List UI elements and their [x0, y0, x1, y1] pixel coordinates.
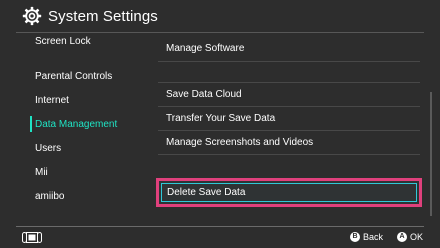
- header: System Settings: [0, 0, 440, 32]
- divider: [158, 82, 420, 83]
- divider: [158, 106, 420, 107]
- a-button-icon: A: [397, 231, 407, 242]
- divider: [158, 154, 420, 155]
- main-content: Manage Software Save Data Cloud Transfer…: [138, 33, 440, 226]
- sidebar-item-amiibo[interactable]: amiibo: [35, 191, 64, 203]
- sidebar-active-marker: [30, 116, 32, 132]
- footer: B Back A OK: [0, 227, 440, 248]
- sidebar: Screen Lock Parental Controls Internet D…: [0, 33, 138, 226]
- list-item-transfer-save-data[interactable]: Transfer Your Save Data: [166, 113, 275, 125]
- gear-icon: [22, 6, 42, 26]
- scrollbar[interactable]: [430, 92, 432, 216]
- back-button[interactable]: B Back: [350, 231, 383, 243]
- list-item-manage-software[interactable]: Manage Software: [166, 43, 244, 55]
- list-item-label: Delete Save Data: [167, 187, 246, 198]
- sidebar-item-parental-controls[interactable]: Parental Controls: [35, 71, 112, 83]
- ok-button[interactable]: A OK: [397, 231, 423, 243]
- console-icon: [22, 232, 42, 243]
- divider: [158, 130, 420, 131]
- ok-label: OK: [410, 232, 424, 242]
- sidebar-item-screen-lock[interactable]: Screen Lock: [35, 36, 91, 48]
- list-item-save-data-cloud[interactable]: Save Data Cloud: [166, 89, 242, 101]
- list-item-manage-screenshots[interactable]: Manage Screenshots and Videos: [166, 137, 313, 149]
- sidebar-item-data-management[interactable]: Data Management: [35, 119, 117, 131]
- sidebar-item-internet[interactable]: Internet: [35, 95, 69, 107]
- b-button-icon: B: [350, 231, 360, 242]
- page-title: System Settings: [48, 8, 158, 25]
- list-item-delete-save-data[interactable]: Delete Save Data: [156, 178, 422, 207]
- sidebar-item-users[interactable]: Users: [35, 143, 61, 155]
- back-label: Back: [363, 232, 384, 242]
- divider: [158, 61, 420, 62]
- sidebar-item-mii[interactable]: Mii: [35, 167, 48, 179]
